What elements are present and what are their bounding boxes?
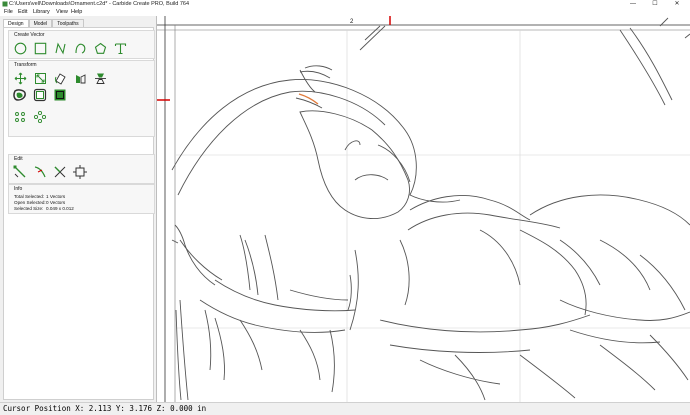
create-vector-group: Create Vector bbox=[8, 30, 155, 59]
maximize-button[interactable]: ☐ bbox=[644, 0, 666, 8]
curve-tool[interactable] bbox=[73, 41, 87, 55]
polygon-tool[interactable] bbox=[93, 41, 107, 55]
window-title: C:\Users\vell\Downloads\Ornament.c2d* - … bbox=[9, 1, 190, 7]
selected-vector[interactable] bbox=[298, 93, 319, 105]
design-canvas[interactable]: 2 bbox=[157, 16, 690, 402]
total-selected-label: Total Selected: bbox=[14, 194, 45, 199]
offset-tool[interactable] bbox=[13, 88, 27, 102]
trim-tool[interactable] bbox=[33, 165, 47, 179]
node-edit-tool[interactable] bbox=[13, 165, 27, 179]
status-bar: Cursor Position X: 2.113 Y: 3.176 Z: 0.0… bbox=[0, 402, 690, 415]
menu-help[interactable]: Help bbox=[71, 8, 82, 16]
boolean-icon bbox=[54, 89, 66, 101]
total-selected-value: 1 Vectors bbox=[46, 194, 66, 199]
design-panel: Create Vector Transform Edit Info Total … bbox=[3, 27, 155, 400]
fillet-tool[interactable] bbox=[33, 88, 47, 102]
menu-bar: File Edit Library View Help bbox=[0, 8, 690, 16]
open-selected-label: Open Selected: bbox=[14, 200, 46, 205]
node-edit-icon bbox=[13, 165, 26, 178]
tab-toolpaths[interactable]: Toolpaths bbox=[52, 19, 84, 27]
curve-icon bbox=[74, 43, 85, 54]
tab-design[interactable]: Design bbox=[3, 19, 29, 27]
circle-tool[interactable] bbox=[13, 41, 27, 55]
mirror-icon bbox=[94, 73, 106, 84]
info-group: Info Total Selected: 1 Vectors Open Sele… bbox=[8, 184, 155, 214]
left-panel: Design Model Toolpaths Create Vector Tra… bbox=[0, 16, 157, 402]
text-icon bbox=[114, 42, 126, 54]
fillet-icon bbox=[33, 88, 47, 102]
crop-tool[interactable] bbox=[73, 165, 87, 179]
scale-icon bbox=[34, 72, 46, 84]
cut-icon bbox=[54, 166, 66, 178]
canvas-drawing[interactable]: 2 bbox=[157, 16, 690, 402]
rotate-icon bbox=[54, 72, 66, 85]
flip-icon bbox=[75, 73, 85, 83]
group-title-transform: Transform bbox=[14, 62, 37, 68]
menu-library[interactable]: Library bbox=[33, 8, 50, 16]
group-title-info: Info bbox=[14, 186, 23, 192]
selected-size-label: Selected Size: bbox=[14, 206, 44, 211]
crop-icon bbox=[73, 165, 87, 179]
flip-tool[interactable] bbox=[73, 71, 87, 85]
circle-array-tool[interactable] bbox=[13, 110, 27, 124]
panel-tabs: Design Model Toolpaths bbox=[3, 19, 84, 27]
boolean-tool[interactable] bbox=[53, 88, 67, 102]
canvas-grid bbox=[175, 30, 690, 402]
selected-size-value: 0.049 x 0.012 bbox=[46, 206, 74, 211]
app-icon bbox=[2, 1, 8, 7]
menu-view[interactable]: View bbox=[56, 8, 68, 16]
rectangle-tool[interactable] bbox=[33, 41, 47, 55]
mirror-tool[interactable] bbox=[93, 71, 107, 85]
cursor-position: Cursor Position X: 2.113 Y: 3.176 Z: 0.0… bbox=[3, 404, 207, 413]
menu-edit[interactable]: Edit bbox=[18, 8, 27, 16]
pentagon-icon bbox=[94, 42, 106, 54]
title-bar: C:\Users\vell\Downloads\Ornament.c2d* - … bbox=[0, 0, 690, 8]
circle-array-icon bbox=[15, 112, 25, 122]
circle-icon bbox=[14, 42, 26, 54]
scale-tool[interactable] bbox=[33, 71, 47, 85]
rotate-tool[interactable] bbox=[53, 71, 67, 85]
close-button[interactable]: ✕ bbox=[666, 0, 688, 8]
move-tool[interactable] bbox=[13, 71, 27, 85]
rectangle-icon bbox=[34, 42, 46, 54]
tab-model[interactable]: Model bbox=[28, 19, 53, 27]
group-title-create-vector: Create Vector bbox=[14, 32, 45, 38]
minimize-button[interactable]: — bbox=[622, 0, 644, 8]
cut-tool[interactable] bbox=[53, 165, 67, 179]
pattern-array-icon bbox=[33, 110, 47, 124]
polyline-tool[interactable] bbox=[53, 41, 67, 55]
trim-icon bbox=[34, 166, 46, 178]
vector-artwork[interactable] bbox=[171, 17, 690, 401]
open-selected-value: 0 Vectors bbox=[46, 200, 66, 205]
text-tool[interactable] bbox=[113, 41, 127, 55]
edit-group: Edit bbox=[8, 154, 155, 184]
top-ruler bbox=[157, 16, 690, 25]
window-controls: — ☐ ✕ bbox=[622, 0, 688, 8]
transform-group: Transform bbox=[8, 60, 155, 137]
polyline-icon bbox=[54, 41, 66, 55]
group-title-edit: Edit bbox=[14, 156, 23, 162]
grid-array-tool[interactable] bbox=[33, 110, 47, 124]
offset-icon bbox=[13, 89, 26, 101]
menu-file[interactable]: File bbox=[4, 8, 13, 16]
move-arrows-icon bbox=[14, 72, 26, 84]
